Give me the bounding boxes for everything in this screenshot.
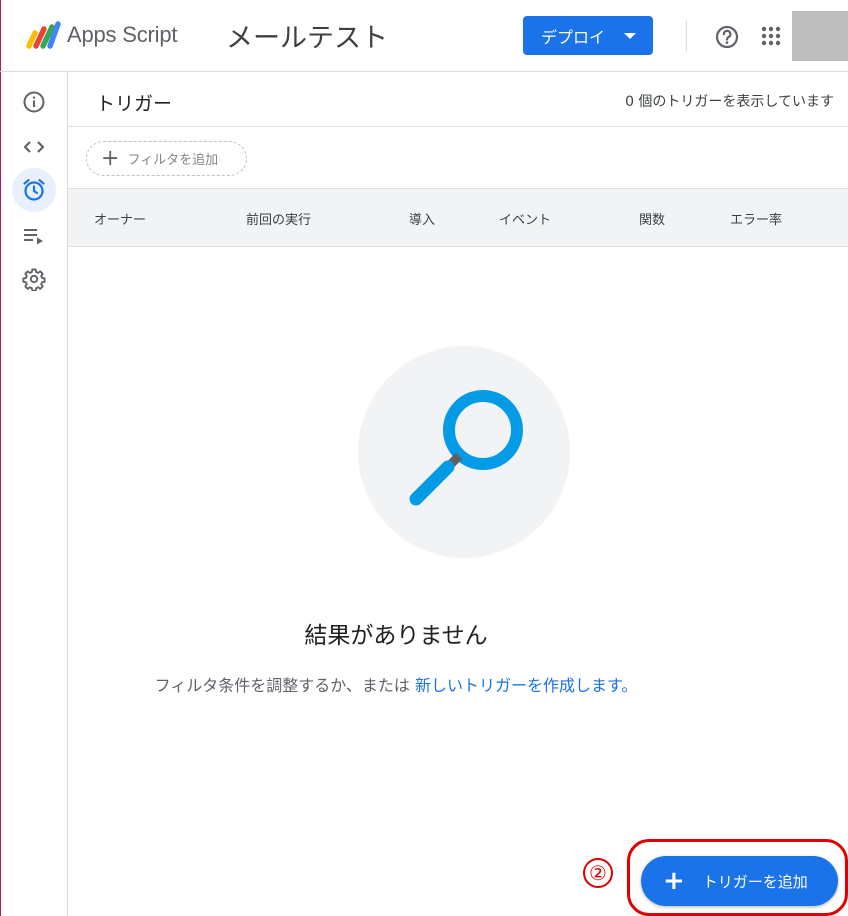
create-trigger-link[interactable]: 新しいトリガーを作成します。 [415, 676, 637, 695]
alarm-icon [23, 179, 45, 201]
rail-item-triggers[interactable] [12, 168, 56, 212]
rail-item-overview[interactable] [12, 80, 56, 124]
deploy-button[interactable]: デプロイ [523, 16, 653, 55]
help-icon[interactable] [714, 24, 740, 50]
triggers-panel: トリガー 0 個のトリガーを表示しています + フィルタを追加 オーナー 前回の… [68, 72, 848, 916]
left-nav-rail [0, 72, 68, 916]
plus-icon: + [663, 866, 685, 896]
column-owner[interactable]: オーナー [94, 209, 146, 228]
column-event[interactable]: イベント [499, 209, 551, 228]
plus-icon: + [101, 145, 120, 171]
code-icon [23, 141, 45, 153]
column-last-run[interactable]: 前回の実行 [246, 209, 311, 228]
empty-state-title: 結果がありません [304, 623, 488, 649]
add-trigger-label: トリガーを追加 [702, 872, 808, 891]
add-filter-label: フィルタを追加 [127, 153, 219, 168]
chevron-down-icon [624, 33, 636, 39]
executions-icon [24, 229, 43, 245]
search-icon [409, 390, 523, 506]
empty-state-illustration [358, 346, 570, 558]
info-icon [23, 91, 45, 113]
trigger-count: 0 個のトリガーを表示しています [625, 94, 834, 110]
add-trigger-button[interactable]: + トリガーを追加 [641, 856, 838, 906]
gear-icon [22, 268, 46, 291]
brand-name: Apps Script [67, 22, 178, 47]
app-header: Apps Script メールテスト デプロイ [0, 0, 848, 72]
step-marker: ② [583, 858, 613, 888]
avatar[interactable] [792, 11, 848, 61]
rail-item-executions[interactable] [12, 214, 56, 258]
empty-state-message: フィルタ条件を調整するか、または 新しいトリガーを作成します。 [0, 672, 792, 696]
rail-item-settings[interactable] [12, 257, 56, 301]
empty-state-text: フィルタ条件を調整するか、または [154, 676, 410, 695]
header-divider [686, 20, 687, 52]
table-header: オーナー 前回の実行 導入 イベント 関数 エラー率 [68, 188, 848, 247]
page-title: トリガー [96, 93, 173, 115]
apps-script-logo[interactable] [24, 19, 62, 51]
column-error-rate[interactable]: エラー率 [730, 209, 782, 228]
divider [68, 126, 848, 127]
rail-item-editor[interactable] [12, 125, 56, 169]
column-function[interactable]: 関数 [639, 209, 665, 228]
project-title[interactable]: メールテスト [226, 16, 388, 55]
add-filter-button[interactable]: + フィルタを追加 [86, 141, 247, 176]
google-apps-icon[interactable] [760, 25, 782, 47]
deploy-button-label: デプロイ [541, 27, 606, 47]
column-deployment[interactable]: 導入 [409, 209, 435, 228]
